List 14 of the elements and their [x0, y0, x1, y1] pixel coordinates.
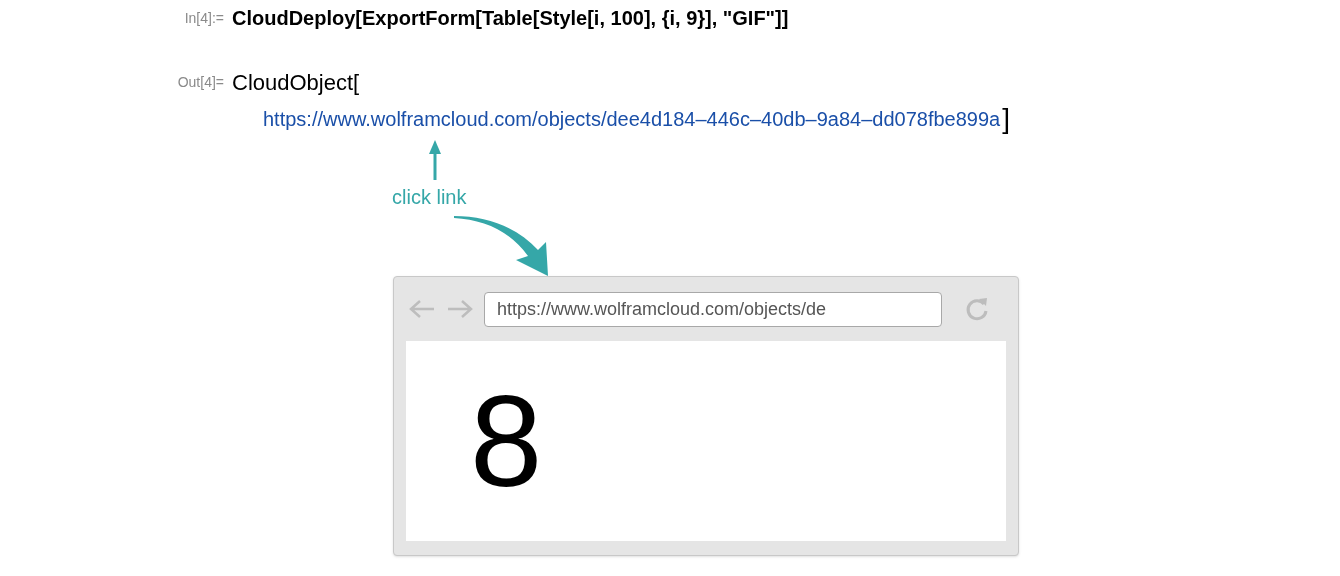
annotation-text: click link: [392, 186, 467, 208]
digit-image: 8: [470, 376, 543, 506]
input-code: CloudDeploy[ExportForm[Table[Style[i, 100], {i, 9}], "GIF"]]: [232, 6, 789, 31]
cloud-object-link[interactable]: https://www.wolframcloud.com/objects/dee4d184–446c–40db–9a84–dd078fbe899a: [263, 104, 1001, 134]
output-label: Out[4]=: [177, 74, 224, 90]
reload-icon[interactable]: [964, 296, 990, 322]
output-head: CloudObject[: [232, 68, 360, 97]
up-arrow-icon: [428, 140, 442, 180]
address-field[interactable]: https://www.wolframcloud.com/objects/de: [484, 291, 942, 327]
back-arrow-icon[interactable]: [408, 299, 436, 319]
forward-arrow-icon[interactable]: [446, 299, 474, 319]
input-label: In[4]:=: [184, 10, 224, 26]
closing-bracket: ]: [1002, 105, 1010, 133]
curved-arrow-icon: [454, 216, 550, 276]
